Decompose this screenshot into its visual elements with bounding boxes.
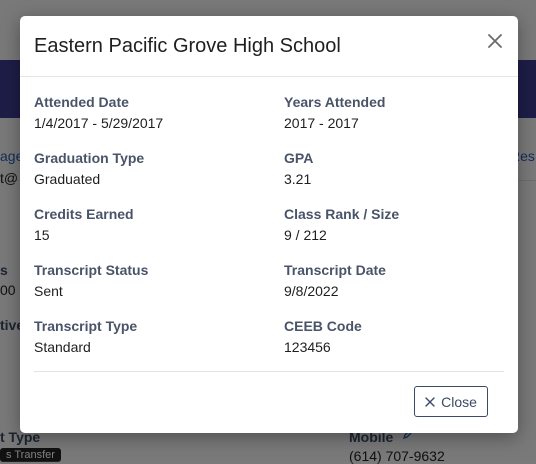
- close-button-label: Close: [441, 393, 477, 410]
- field-value: 15: [34, 227, 50, 243]
- field-transcript-status: Transcript Status Sent: [34, 262, 254, 299]
- field-value: Graduated: [34, 171, 101, 187]
- field-label: Years Attended: [284, 94, 386, 110]
- field-label: Transcript Type: [34, 318, 138, 334]
- field-transcript-date: Transcript Date 9/8/2022: [284, 262, 504, 299]
- field-value: Sent: [34, 283, 63, 299]
- field-value: 2017 - 2017: [284, 115, 359, 131]
- field-label: CEEB Code: [284, 318, 362, 334]
- field-transcript-type: Transcript Type Standard: [34, 318, 254, 355]
- field-class-rank: Class Rank / Size 9 / 212: [284, 206, 504, 243]
- field-value: 3.21: [284, 171, 312, 187]
- field-credits-earned: Credits Earned 15: [34, 206, 254, 243]
- field-attended-date: Attended Date 1/4/2017 - 5/29/2017: [34, 94, 254, 131]
- field-label: Transcript Status: [34, 262, 149, 278]
- modal-footer-divider: [34, 371, 504, 372]
- close-icon: [425, 396, 435, 407]
- field-ceeb-code: CEEB Code 123456: [284, 318, 504, 355]
- field-label: Transcript Date: [284, 262, 386, 278]
- close-icon: [488, 34, 502, 48]
- field-label: Class Rank / Size: [284, 206, 400, 222]
- field-value: 9/8/2022: [284, 283, 339, 299]
- field-value: 1/4/2017 - 5/29/2017: [34, 115, 164, 131]
- field-label: GPA: [284, 150, 314, 166]
- modal-header: Eastern Pacific Grove High School: [20, 16, 518, 77]
- field-graduation-type: Graduation Type Graduated: [34, 150, 254, 187]
- modal-title: Eastern Pacific Grove High School: [34, 35, 341, 57]
- modal-close-x-button[interactable]: [484, 30, 506, 52]
- field-label: Graduation Type: [34, 150, 145, 166]
- field-label: Attended Date: [34, 94, 129, 110]
- field-value: Standard: [34, 339, 91, 355]
- school-details-modal: Eastern Pacific Grove High School Attend…: [20, 16, 518, 433]
- field-years-attended: Years Attended 2017 - 2017: [284, 94, 504, 131]
- field-value: 9 / 212: [284, 227, 327, 243]
- field-gpa: GPA 3.21: [284, 150, 504, 187]
- field-label: Credits Earned: [34, 206, 134, 222]
- close-button[interactable]: Close: [414, 386, 488, 417]
- field-value: 123456: [284, 339, 331, 355]
